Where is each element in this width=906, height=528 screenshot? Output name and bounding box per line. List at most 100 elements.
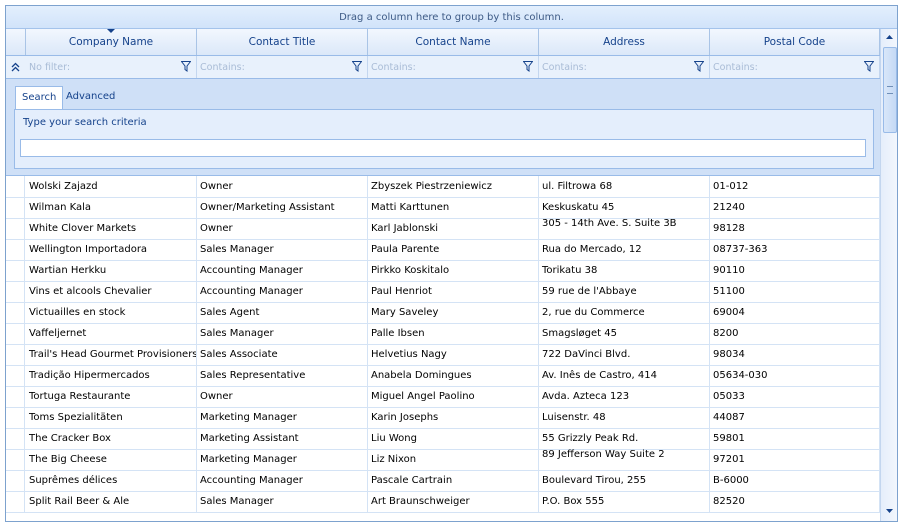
table-cell[interactable]: The Cracker Box — [26, 428, 197, 449]
table-cell[interactable]: 98128 — [710, 218, 880, 239]
table-cell[interactable]: 51100 — [710, 281, 880, 302]
filter-funnel-icon[interactable] — [694, 61, 704, 72]
filter-cell-address[interactable]: Contains: — [539, 56, 710, 78]
table-cell[interactable]: ul. Filtrowa 68 — [539, 176, 710, 197]
table-cell[interactable]: Mary Saveley — [368, 302, 539, 323]
table-row[interactable]: Vaffeljernet Sales Manager Palle Ibsen Smag… — [6, 323, 880, 345]
table-cell[interactable]: 08737-363 — [710, 239, 880, 260]
table-cell[interactable]: Zbyszek Piestrzeniewicz — [368, 176, 539, 197]
table-cell[interactable]: Split Rail Beer & Ale — [26, 491, 197, 512]
filter-cell-postal-code[interactable]: Contains: — [710, 56, 880, 78]
column-header-contact-title[interactable]: Contact Title — [197, 29, 368, 55]
table-row[interactable]: Victuailles en stock Sales Agent Mary Save… — [6, 302, 880, 324]
table-row[interactable]: Wolski Zajazd Owner Zbyszek Piestrzeniewic… — [6, 176, 880, 198]
scrollbar-thumb[interactable] — [883, 47, 897, 133]
table-cell[interactable]: Wolski Zajazd — [26, 176, 197, 197]
table-cell[interactable]: Wellington Importadora — [26, 239, 197, 260]
table-row[interactable]: Toms Spezialitäten Marketing Manager Karin… — [6, 407, 880, 429]
table-cell[interactable]: Paula Parente — [368, 239, 539, 260]
table-row[interactable]: Wartian Herkku Accounting Manager Pirkko K… — [6, 260, 880, 282]
table-row[interactable]: Wellington Importadora Sales Manager Paula… — [6, 239, 880, 261]
table-cell[interactable]: 90110 — [710, 260, 880, 281]
table-cell[interactable]: Vins et alcools Chevalier — [26, 281, 197, 302]
table-cell[interactable]: Vaffeljernet — [26, 323, 197, 344]
table-cell[interactable]: Matti Karttunen — [368, 197, 539, 218]
table-cell[interactable]: Pascale Cartrain — [368, 470, 539, 491]
table-cell[interactable]: Miguel Angel Paolino — [368, 386, 539, 407]
table-cell[interactable]: 44087 — [710, 407, 880, 428]
scroll-up-button[interactable] — [881, 29, 897, 45]
table-cell[interactable]: Boulevard Tirou, 255 — [539, 470, 710, 491]
filter-funnel-icon[interactable] — [352, 61, 362, 72]
table-cell[interactable]: Marketing Manager — [197, 407, 368, 428]
table-cell[interactable]: Suprêmes délices — [26, 470, 197, 491]
table-row[interactable]: Suprêmes délices Accounting Manager Pascal… — [6, 470, 880, 492]
table-cell[interactable]: Tradição Hipermercados — [26, 365, 197, 386]
table-cell[interactable]: Paul Henriot — [368, 281, 539, 302]
table-cell[interactable]: Torikatu 38 — [539, 260, 710, 281]
table-cell[interactable]: 89 Jefferson Way Suite 2 — [539, 449, 710, 470]
table-cell[interactable]: Pirkko Koskitalo — [368, 260, 539, 281]
table-cell[interactable]: Tortuga Restaurante — [26, 386, 197, 407]
table-cell[interactable]: 05033 — [710, 386, 880, 407]
table-cell[interactable]: White Clover Markets — [26, 218, 197, 239]
table-cell[interactable]: 59801 — [710, 428, 880, 449]
table-cell[interactable]: Accounting Manager — [197, 470, 368, 491]
table-cell[interactable]: Sales Agent — [197, 302, 368, 323]
table-cell[interactable]: Sales Representative — [197, 365, 368, 386]
table-cell[interactable]: P.O. Box 555 — [539, 491, 710, 512]
search-input[interactable] — [20, 139, 866, 157]
table-cell[interactable]: 21240 — [710, 197, 880, 218]
table-cell[interactable]: 305 - 14th Ave. S. Suite 3B — [539, 218, 710, 239]
table-cell[interactable]: Liu Wong — [368, 428, 539, 449]
group-by-panel[interactable]: Drag a column here to group by this colu… — [6, 6, 897, 29]
table-cell[interactable]: Owner — [197, 386, 368, 407]
column-header-contact-name[interactable]: Contact Name — [368, 29, 539, 55]
column-header-postal-code[interactable]: Postal Code — [710, 29, 880, 55]
table-cell[interactable]: 55 Grizzly Peak Rd. — [539, 428, 710, 449]
table-cell[interactable]: Sales Manager — [197, 491, 368, 512]
vertical-scrollbar[interactable] — [880, 29, 897, 521]
filter-funnel-icon[interactable] — [864, 61, 874, 72]
table-row[interactable]: Tradição Hipermercados Sales Representati… — [6, 365, 880, 387]
column-header-company-name[interactable]: Company Name — [26, 29, 197, 55]
table-cell[interactable]: Smagsløget 45 — [539, 323, 710, 344]
table-cell[interactable]: Owner — [197, 176, 368, 197]
table-row[interactable]: The Big Cheese Marketing Manager Liz Nixon… — [6, 449, 880, 471]
table-cell[interactable]: Av. Inês de Castro, 414 — [539, 365, 710, 386]
table-cell[interactable]: Avda. Azteca 123 — [539, 386, 710, 407]
filter-funnel-icon[interactable] — [523, 61, 533, 72]
table-cell[interactable]: Trail's Head Gourmet Provisioners — [26, 344, 197, 365]
table-cell[interactable]: Luisenstr. 48 — [539, 407, 710, 428]
table-cell[interactable]: 59 rue de l'Abbaye — [539, 281, 710, 302]
table-cell[interactable]: B-6000 — [710, 470, 880, 491]
table-cell[interactable]: Sales Associate — [197, 344, 368, 365]
filter-cell-contact-name[interactable]: Contains: — [368, 56, 539, 78]
table-cell[interactable]: 8200 — [710, 323, 880, 344]
table-cell[interactable]: Wilman Kala — [26, 197, 197, 218]
table-row[interactable]: Vins et alcools Chevalier Accounting Mana… — [6, 281, 880, 303]
table-cell[interactable]: Rua do Mercado, 12 — [539, 239, 710, 260]
table-cell[interactable]: Liz Nixon — [368, 449, 539, 470]
table-row[interactable]: Split Rail Beer & Ale Sales Manager Art Br… — [6, 491, 880, 513]
table-cell[interactable]: Karl Jablonski — [368, 218, 539, 239]
table-row[interactable]: Wilman Kala Owner/Marketing Assistant Matt… — [6, 197, 880, 219]
table-cell[interactable]: Palle Ibsen — [368, 323, 539, 344]
table-cell[interactable]: Art Braunschweiger — [368, 491, 539, 512]
table-row[interactable]: White Clover Markets Owner Karl Jablonski 3… — [6, 218, 880, 240]
table-cell[interactable]: Sales Manager — [197, 239, 368, 260]
table-row[interactable]: Trail's Head Gourmet Provisioners Sales A… — [6, 344, 880, 366]
table-cell[interactable]: Anabela Domingues — [368, 365, 539, 386]
table-row[interactable]: The Cracker Box Marketing Assistant Liu Wo… — [6, 428, 880, 450]
scroll-down-button[interactable] — [881, 503, 897, 519]
column-header-address[interactable]: Address — [539, 29, 710, 55]
table-cell[interactable]: Helvetius Nagy — [368, 344, 539, 365]
table-cell[interactable]: Keskuskatu 45 — [539, 197, 710, 218]
tab-search[interactable]: Search — [15, 86, 64, 110]
table-cell[interactable]: Owner/Marketing Assistant — [197, 197, 368, 218]
table-cell[interactable]: 97201 — [710, 449, 880, 470]
table-cell[interactable]: 82520 — [710, 491, 880, 512]
filter-cell-company-name[interactable]: No filter: — [26, 56, 197, 78]
table-cell[interactable]: 2, rue du Commerce — [539, 302, 710, 323]
tab-advanced[interactable]: Advanced — [60, 86, 121, 108]
